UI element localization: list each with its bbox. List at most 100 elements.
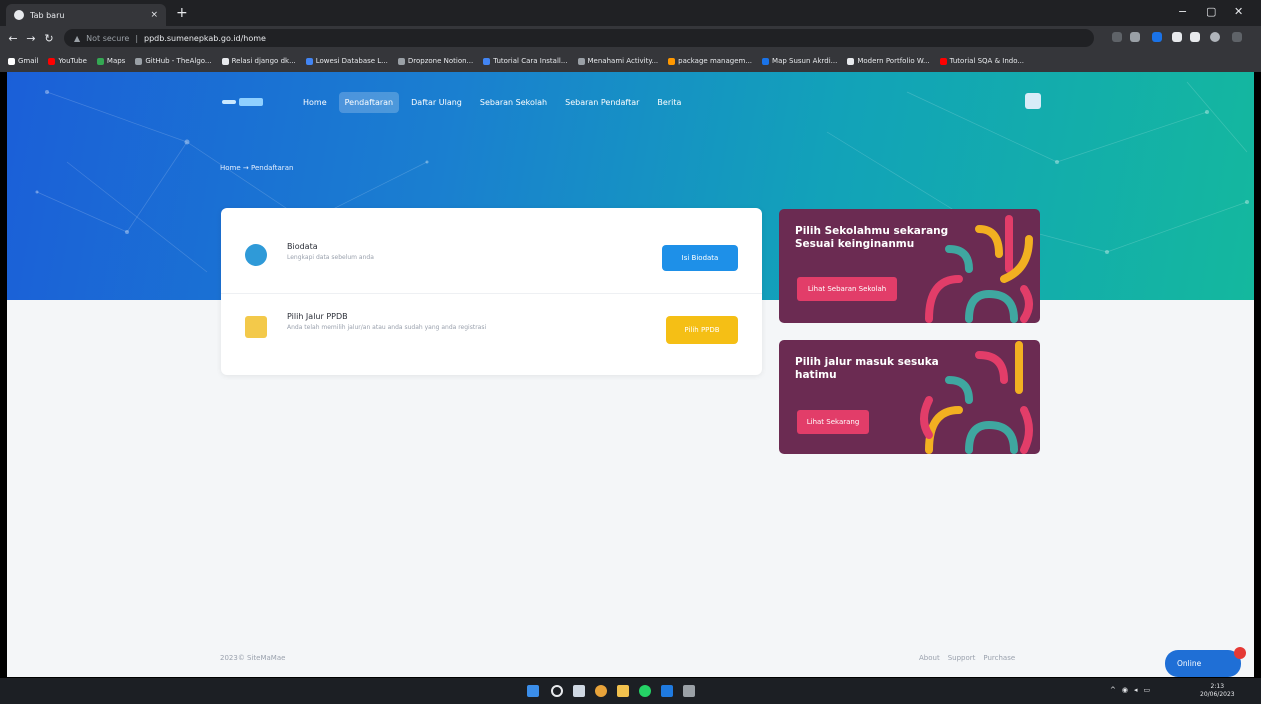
- clock-date: 20/06/2023: [1200, 691, 1235, 698]
- bookmark-icon: [48, 57, 56, 65]
- bookmark-item[interactable]: Tutorial Cara Install...: [483, 57, 568, 65]
- nav-item-sebaran-sekolah[interactable]: Sebaran Sekolah: [474, 92, 553, 113]
- share-icon[interactable]: [1112, 32, 1122, 42]
- volume-icon[interactable]: ◂: [1134, 686, 1138, 694]
- bookmark-label: Map Susun Akrdi...: [772, 57, 838, 65]
- wifi-icon[interactable]: ◉: [1122, 686, 1128, 694]
- url-separator: |: [135, 33, 139, 43]
- menu-icon[interactable]: [1232, 32, 1242, 42]
- biodata-icon: [245, 244, 267, 266]
- maximize-button[interactable]: ▢: [1206, 5, 1216, 18]
- bookmark-item[interactable]: Relasi django dk...: [221, 57, 296, 65]
- bookmark-icon: [939, 57, 947, 65]
- app-icon[interactable]: [683, 685, 695, 697]
- notification-badge: [1234, 647, 1246, 659]
- bookmark-item[interactable]: package managem...: [668, 57, 752, 65]
- footer-link-about[interactable]: About: [919, 654, 940, 662]
- site-logo[interactable]: [222, 98, 263, 106]
- bookmark-label: Lowesi Database L...: [315, 57, 388, 65]
- clock-time: 2:13: [1210, 683, 1225, 690]
- bookmark-item[interactable]: YouTube: [48, 57, 87, 65]
- nav-item-sebaran-pendaftar[interactable]: Sebaran Pendaftar: [559, 92, 645, 113]
- url-text: ppdb.sumenepkab.go.id/home: [144, 33, 266, 43]
- bookmark-item[interactable]: Lowesi Database L...: [305, 57, 388, 65]
- nav-item-pendaftaran[interactable]: Pendaftaran: [338, 92, 400, 113]
- bookmark-icon: [135, 57, 143, 65]
- footer-link-support[interactable]: Support: [948, 654, 976, 662]
- breadcrumb: Home → Pendaftaran: [220, 164, 294, 172]
- bookmark-icon: [305, 57, 313, 65]
- warning-icon: ▲: [74, 33, 81, 43]
- url-input[interactable]: ▲ Not secure | ppdb.sumenepkab.go.id/hom…: [64, 29, 1094, 47]
- lihat-sekarang-button[interactable]: Lihat Sekarang: [797, 410, 869, 434]
- close-window-button[interactable]: ✕: [1234, 5, 1243, 18]
- os-taskbar: ^ ◉ ◂ ▭ 2:13 20/06/2023: [0, 678, 1261, 704]
- bookmark-item[interactable]: Menahami Activity...: [577, 57, 659, 65]
- bookmark-icon: [762, 57, 770, 65]
- bookmark-label: YouTube: [58, 57, 87, 65]
- bookmark-item[interactable]: Tutorial SQA & Indo...: [939, 57, 1024, 65]
- lihat-sebaran-sekolah-button[interactable]: Lihat Sebaran Sekolah: [797, 277, 897, 301]
- biodata-title: Biodata: [287, 242, 318, 251]
- profile-icon[interactable]: [1210, 32, 1220, 42]
- bookmark-icon: [8, 57, 15, 65]
- extension-icon[interactable]: [1152, 32, 1162, 42]
- system-tray: ^ ◉ ◂ ▭: [1110, 686, 1150, 694]
- security-label: Not secure: [86, 33, 130, 43]
- pilih-ppdb-button[interactable]: Pilih PPDB: [666, 316, 738, 344]
- search-icon[interactable]: [551, 685, 563, 697]
- minimize-button[interactable]: −: [1178, 5, 1187, 18]
- bookmark-item[interactable]: Gmail: [8, 57, 38, 65]
- whatsapp-icon[interactable]: [639, 685, 651, 697]
- user-avatar-icon[interactable]: [1025, 93, 1041, 109]
- tab-favicon-icon: [14, 10, 24, 20]
- nav-item-daftar-ulang[interactable]: Daftar Ulang: [405, 92, 468, 113]
- tab-title: Tab baru: [30, 10, 65, 20]
- bookmarks-bar: Gmail YouTube Maps GitHub - TheAlgo... Relas…: [0, 50, 1261, 72]
- battery-icon[interactable]: ▭: [1144, 686, 1151, 694]
- bookmark-item[interactable]: GitHub - TheAlgo...: [135, 57, 212, 65]
- new-tab-button[interactable]: +: [176, 6, 188, 20]
- star-icon[interactable]: [1130, 32, 1140, 42]
- footer-link-purchase[interactable]: Purchase: [983, 654, 1015, 662]
- bookmark-icon: [221, 57, 229, 65]
- chevron-up-icon[interactable]: ^: [1110, 686, 1116, 694]
- sidebar-icon[interactable]: [1190, 32, 1200, 42]
- promo-sekolah-title: Pilih Sekolahmu sekarang Sesuai keingina…: [795, 225, 949, 250]
- bookmark-label: package managem...: [678, 57, 753, 65]
- isi-biodata-button[interactable]: Isi Biodata: [662, 245, 738, 271]
- nav-item-berita[interactable]: Berita: [651, 92, 687, 113]
- puzzle-icon[interactable]: [1172, 32, 1182, 42]
- chrome-icon[interactable]: [595, 685, 607, 697]
- back-icon[interactable]: ←: [4, 32, 22, 45]
- browser-chrome: Tab baru × + − ▢ ✕ ← → ↻ ▲ Not secure | …: [0, 0, 1261, 72]
- start-icon[interactable]: [527, 685, 539, 697]
- task-view-icon[interactable]: [573, 685, 585, 697]
- tab-close-icon[interactable]: ×: [150, 10, 158, 20]
- online-chat-button[interactable]: Online: [1165, 650, 1241, 677]
- file-explorer-icon[interactable]: [617, 685, 629, 697]
- bookmark-item[interactable]: Map Susun Akrdi...: [762, 57, 837, 65]
- address-bar: ← → ↻ ▲ Not secure | ppdb.sumenepkab.go.…: [0, 26, 1261, 50]
- bookmark-item[interactable]: Dropzone Notion...: [397, 57, 473, 65]
- jalur-subtitle: Anda telah memilih jalur/an atau anda su…: [287, 324, 487, 331]
- bookmark-label: Modern Portfolio W...: [857, 57, 930, 65]
- reload-icon[interactable]: ↻: [40, 32, 58, 45]
- promo-jalur-title: Pilih jalur masuk sesuka hatimu: [795, 356, 939, 381]
- vscode-icon[interactable]: [661, 685, 673, 697]
- bookmark-label: Relasi django dk...: [231, 57, 296, 65]
- logo-mark: [222, 100, 236, 104]
- bookmark-label: Menahami Activity...: [587, 57, 659, 65]
- web-page: Home Pendaftaran Daftar Ulang Sebaran Sekol…: [7, 72, 1254, 677]
- nav-item-home[interactable]: Home: [297, 92, 333, 113]
- bookmark-icon: [668, 57, 676, 65]
- bookmark-label: Tutorial Cara Install...: [493, 57, 568, 65]
- bookmark-item[interactable]: Maps: [96, 57, 125, 65]
- jalur-title: Pilih Jalur PPDB: [287, 312, 348, 321]
- forward-icon[interactable]: →: [22, 32, 40, 45]
- browser-tab[interactable]: Tab baru ×: [6, 4, 166, 26]
- bookmark-item[interactable]: Modern Portfolio W...: [847, 57, 930, 65]
- jalur-row: Pilih Jalur PPDB Anda telah memilih jalu…: [221, 294, 762, 364]
- system-clock[interactable]: 2:13 20/06/2023: [1200, 683, 1235, 699]
- promo-card-jalur: Pilih jalur masuk sesuka hatimu Lihat Se…: [779, 340, 1040, 454]
